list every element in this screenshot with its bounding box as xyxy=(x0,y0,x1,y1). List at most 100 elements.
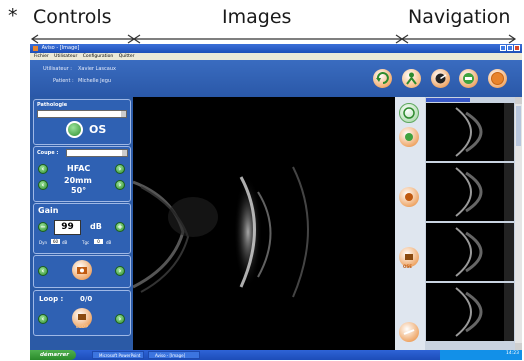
thumbnail-image[interactable] xyxy=(426,163,514,221)
probe-label: Coupe : xyxy=(37,150,59,156)
depth-prev-button[interactable]: ‹ xyxy=(38,180,48,190)
window-minimize-button[interactable] xyxy=(500,45,506,51)
loop-next-button[interactable]: › xyxy=(115,314,125,324)
chevron-down-icon xyxy=(121,111,126,117)
record-icon xyxy=(405,193,413,201)
depth-next-button[interactable]: › xyxy=(115,180,125,190)
eye-toggle-button[interactable] xyxy=(66,121,83,138)
gain-section: Gain − 99 dB + Dyn 60 dB Tgc 0 dB xyxy=(33,203,131,254)
annotation-arrows xyxy=(30,34,517,44)
loop-label: Loop : xyxy=(39,295,64,303)
start-button[interactable]: démarrer xyxy=(30,350,76,360)
gain-value-field[interactable]: 99 xyxy=(54,220,81,235)
gear-icon xyxy=(405,133,413,141)
probe-name: HFAC xyxy=(67,164,91,173)
thumbnail-scan xyxy=(455,103,514,161)
taskbar-item-powerpoint[interactable]: Microsoft PowerPoint xyxy=(92,351,144,359)
nav-grid-button[interactable] xyxy=(399,103,419,123)
nav-export-button[interactable] xyxy=(399,322,419,342)
pathology-label: Pathologie xyxy=(37,102,68,108)
user-label: Utilisateur : xyxy=(43,66,72,72)
export-icon xyxy=(403,329,415,335)
images-span-arrow xyxy=(132,34,404,44)
probe-prev-button[interactable]: ‹ xyxy=(38,164,48,174)
taskbar-item-aviso[interactable]: Aviso - [Image] xyxy=(148,351,200,359)
window-title: Aviso - [Image] xyxy=(41,45,80,51)
thumbnail-image[interactable] xyxy=(426,283,514,341)
menu-item-configuration[interactable]: Configuration xyxy=(83,54,114,59)
ultrasound-scan-image xyxy=(133,166,309,298)
controls-annotation-label: Controls xyxy=(33,6,112,28)
tgc-label: Tgc xyxy=(82,240,90,245)
pathology-select[interactable] xyxy=(37,110,127,118)
thumbnail-scan xyxy=(455,163,514,221)
nav-settings-button[interactable] xyxy=(399,127,419,147)
tgc-unit: dB xyxy=(106,240,112,245)
user-value: Xavier Lascaux xyxy=(78,66,116,72)
thumbnail-image[interactable] xyxy=(426,103,514,161)
thumbnail-selected-caption-bar xyxy=(426,98,470,102)
gain-decrease-button[interactable]: − xyxy=(38,222,48,232)
menu-item-quitter[interactable]: Quitter xyxy=(119,54,135,59)
window-maximize-button[interactable] xyxy=(507,45,513,51)
capture-prev-button[interactable]: ‹ xyxy=(38,266,48,276)
loop-section: Loop : 0/0 ‹ LOOP › xyxy=(33,290,131,336)
menu-item-utilisateur[interactable]: Utilisateur xyxy=(54,54,77,59)
probe-toolbar-button[interactable] xyxy=(431,69,450,88)
capture-next-button[interactable]: › xyxy=(115,266,125,276)
exit-icon xyxy=(491,72,504,85)
annotation-asterisk: * xyxy=(8,5,18,27)
dyn-unit: dB xyxy=(62,240,68,245)
thumbnail-strip xyxy=(425,97,515,350)
probe-icon xyxy=(435,73,447,84)
save-icon xyxy=(463,73,474,84)
capture-button[interactable] xyxy=(72,260,92,280)
grid-icon xyxy=(403,107,415,119)
app-icon xyxy=(33,46,38,51)
tgc-field[interactable]: 0 xyxy=(94,239,103,244)
ultrasound-image-viewer[interactable] xyxy=(133,97,395,350)
menu-item-fichier[interactable]: Fichier xyxy=(34,54,49,59)
probe-next-button[interactable]: › xyxy=(115,164,125,174)
thumbnail-image[interactable] xyxy=(426,223,514,281)
person-icon xyxy=(406,72,417,85)
gain-label: Gain xyxy=(38,206,59,215)
navigation-span-arrow xyxy=(400,34,517,44)
scroll-up-arrow-icon[interactable] xyxy=(515,97,522,104)
ose-button-text: OSE xyxy=(403,264,413,269)
thumbnail-scan xyxy=(455,283,514,341)
pathology-section: Pathologie OS xyxy=(33,99,131,145)
patient-value: Michelle Jegu xyxy=(78,78,112,84)
thumbnail-scrollbar[interactable] xyxy=(515,97,522,350)
navigation-annotation-label: Navigation xyxy=(408,6,511,28)
windows-taskbar: démarrer Microsoft PowerPoint Aviso - [I… xyxy=(30,350,522,360)
depth-value: 20mm xyxy=(64,176,92,185)
nav-record-button[interactable] xyxy=(399,187,419,207)
eye-value: OS xyxy=(89,123,107,136)
save-toolbar-button[interactable] xyxy=(459,69,478,88)
camera-icon xyxy=(77,267,87,274)
window-close-button[interactable] xyxy=(514,45,520,51)
scroll-down-arrow-icon[interactable] xyxy=(515,343,522,350)
header-bar: Utilisateur : Xavier Lascaux Patient : M… xyxy=(30,60,522,97)
capture-section: ‹ › xyxy=(33,255,131,288)
probe-section: Coupe : ‹ HFAC › ‹ 20mm 50° › xyxy=(33,146,131,202)
probe-select[interactable] xyxy=(66,149,128,157)
images-annotation-label: Images xyxy=(222,6,292,28)
loop-prev-button[interactable]: ‹ xyxy=(38,314,48,324)
navigation-button-column: OSE xyxy=(395,97,425,350)
loop-counter: 0/0 xyxy=(80,295,93,303)
menu-bar: Fichier Utilisateur Configuration Quitte… xyxy=(30,53,522,60)
patient-toolbar-button[interactable] xyxy=(402,69,421,88)
refresh-icon xyxy=(376,72,389,84)
patient-label: Patient : xyxy=(53,78,74,84)
thumbnail-scan xyxy=(455,223,514,281)
controls-span-arrow xyxy=(30,34,136,44)
refresh-toolbar-button[interactable] xyxy=(373,69,392,88)
gain-increase-button[interactable]: + xyxy=(115,222,125,232)
scrollbar-thumb[interactable] xyxy=(516,106,521,146)
dyn-field[interactable]: 60 xyxy=(51,239,60,244)
chevron-down-icon xyxy=(122,150,127,156)
aviso-app-window: Aviso - [Image] Fichier Utilisateur Conf… xyxy=(30,44,522,360)
exit-toolbar-button[interactable] xyxy=(488,69,507,88)
